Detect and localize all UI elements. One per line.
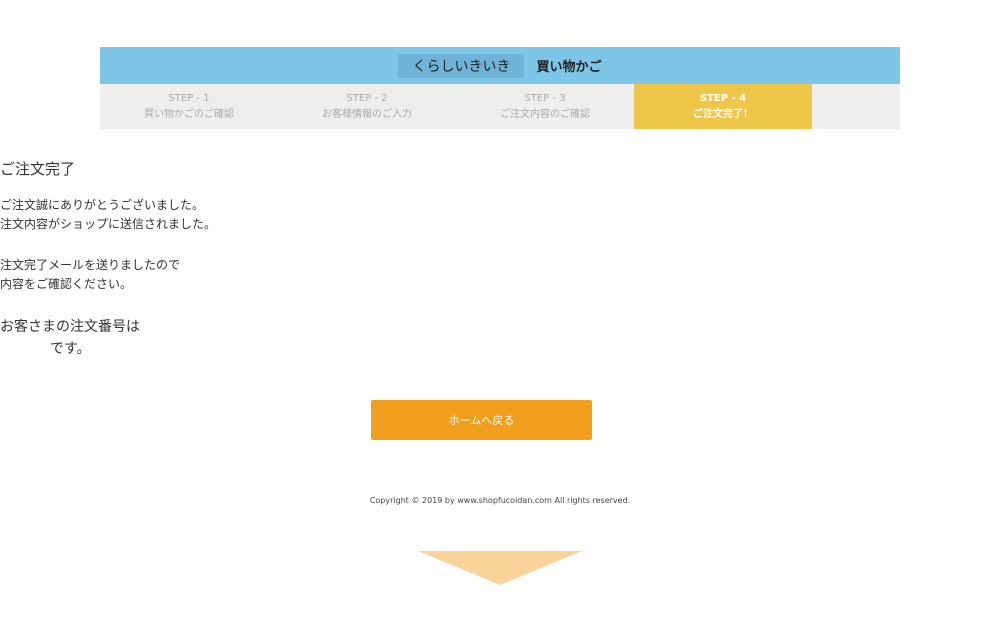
page-title: ご注文完了	[0, 160, 76, 178]
cart-frame: くらしいきいき 買い物かご STEP - 1 買い物かごのご確認 STEP - …	[100, 47, 900, 129]
order-line-1: お客さまの注文番号は	[0, 319, 140, 335]
step-number: STEP - 2	[346, 92, 388, 104]
step-2: STEP - 2 お客様情報のご入力	[278, 84, 456, 129]
step-number: STEP - 1	[168, 92, 210, 104]
mail-notice: 注文完了メールを送りましたので 内容をご確認ください。	[0, 256, 1000, 294]
order-number-message: お客さまの注文番号は です。	[0, 316, 1000, 360]
shop-name[interactable]: くらしいきいき	[398, 53, 525, 78]
cart-header: くらしいきいき 買い物かご	[100, 47, 900, 84]
thanks-message: ご注文誠にありがとうございました。 注文内容がショップに送信されました。	[0, 196, 1000, 234]
mail-line-2: 内容をご確認ください。	[0, 277, 133, 291]
copyright: Copyright © 2019 by www.shopfucoidan.com…	[369, 496, 631, 505]
down-arrow-icon	[418, 551, 582, 585]
step-1: STEP - 1 買い物かごのご確認	[100, 84, 278, 129]
step-indicator: STEP - 1 買い物かごのご確認 STEP - 2 お客様情報のご入力 ST…	[100, 84, 900, 129]
home-button[interactable]: ホームへ戻る	[371, 400, 592, 440]
thanks-line-1: ご注文誠にありがとうございました。	[0, 198, 205, 212]
thanks-line-2: 注文内容がショップに送信されました。	[0, 217, 217, 231]
step-label: 買い物かごのご確認	[144, 108, 234, 120]
order-line-2: です。	[50, 341, 91, 357]
step-number: STEP - 3	[524, 92, 566, 104]
header-title: 買い物かご	[536, 60, 602, 75]
step-number: STEP - 4	[699, 92, 747, 104]
step-4-active: STEP - 4 ご注文完了！	[634, 84, 812, 129]
step-label: お客様情報のご入力	[322, 108, 412, 120]
step-label: ご注文完了！	[693, 108, 753, 120]
mail-line-1: 注文完了メールを送りましたので	[0, 258, 181, 272]
step-label: ご注文内容のご確認	[500, 108, 590, 120]
step-3: STEP - 3 ご注文内容のご確認	[456, 84, 634, 129]
